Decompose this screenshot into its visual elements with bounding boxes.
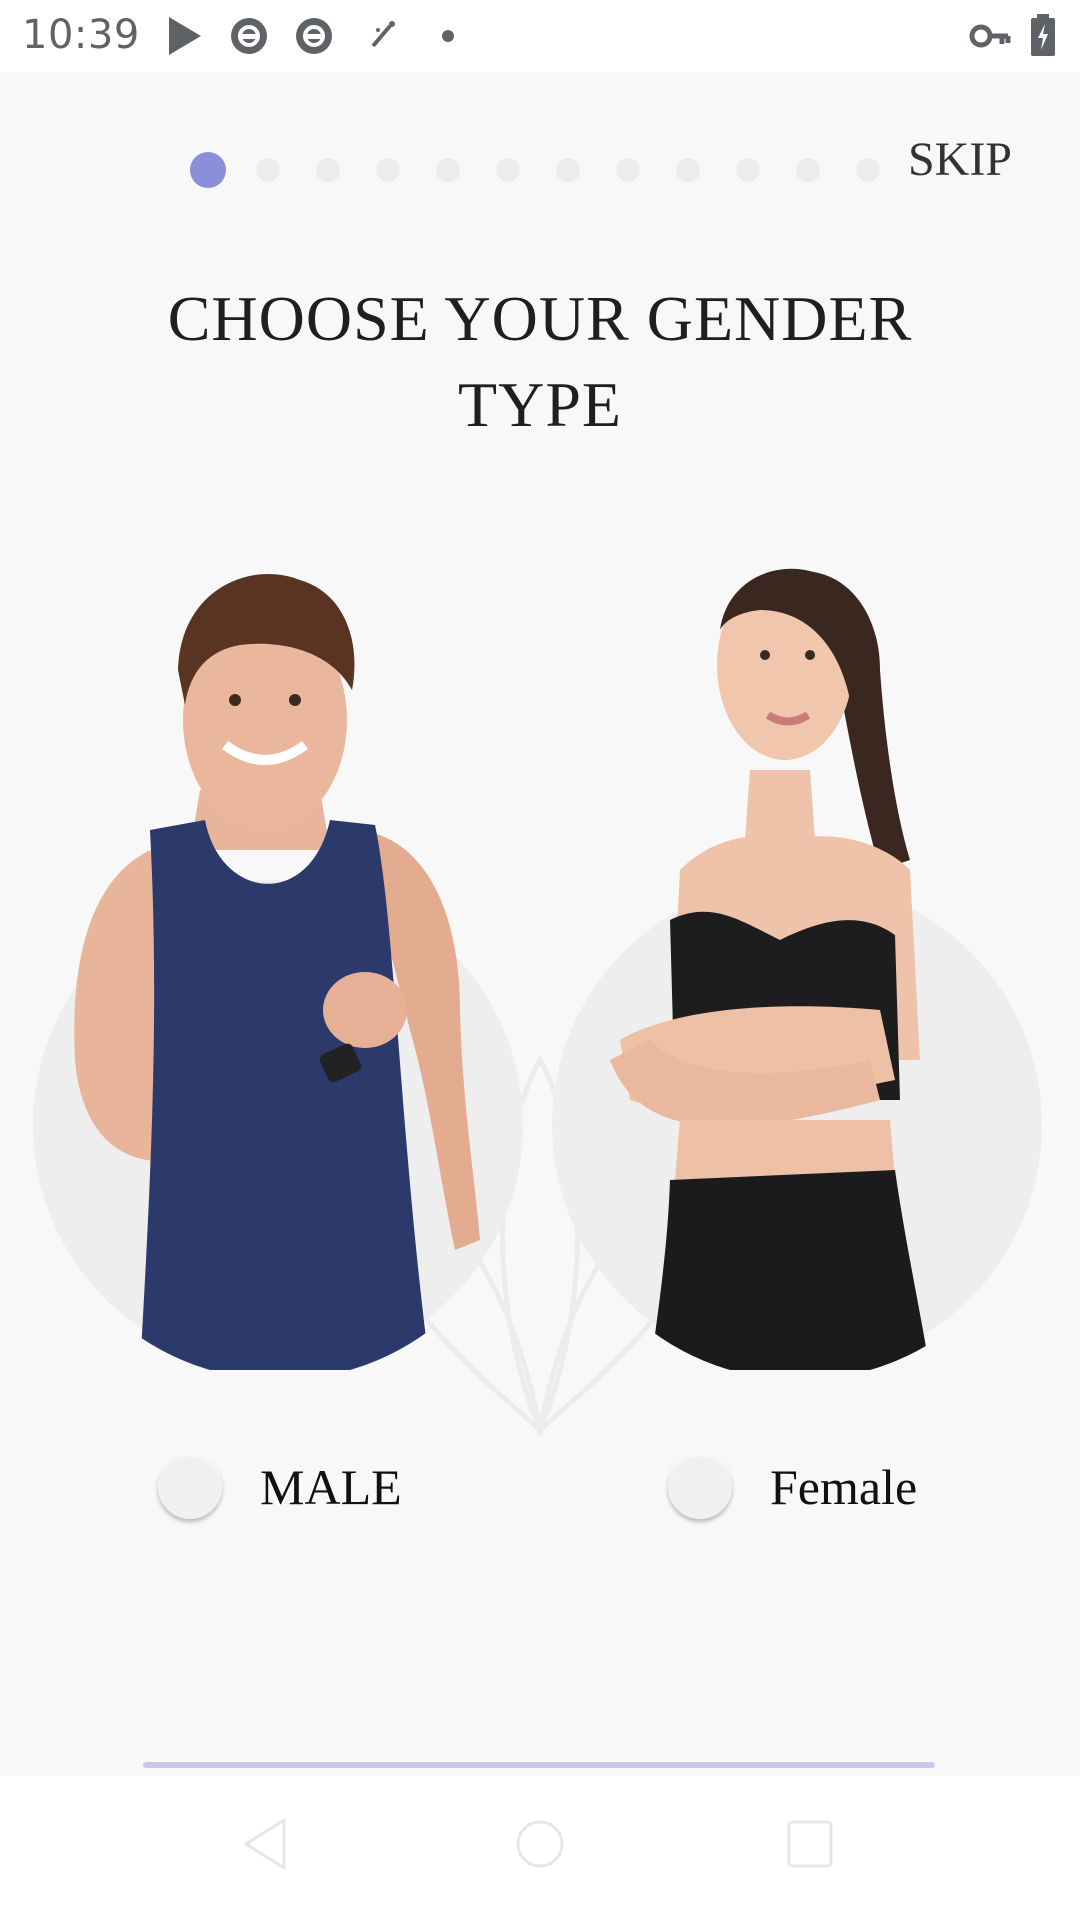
male-model-image: [33, 574, 523, 1370]
pager-dot: [436, 158, 460, 182]
female-radio[interactable]: [668, 1455, 732, 1519]
bottom-divider: [143, 1762, 935, 1768]
female-label: Female: [770, 1459, 918, 1515]
battery-charging-icon: [1030, 14, 1056, 62]
female-model-image: [552, 568, 1042, 1370]
home-icon[interactable]: [514, 1816, 566, 1876]
pager-dot-active: [190, 152, 226, 188]
pager-dot: [856, 158, 880, 182]
navigation-bar: [0, 1776, 1080, 1920]
male-option[interactable]: MALE: [158, 1452, 402, 1522]
male-radio[interactable]: [158, 1455, 222, 1519]
recents-icon[interactable]: [784, 1816, 836, 1876]
sync-icon: [293, 14, 335, 62]
vpn-key-icon: [968, 14, 1012, 62]
status-bar: 10:39: [0, 0, 1080, 72]
status-time: 10:39: [22, 12, 140, 58]
dot-icon: [440, 14, 456, 62]
pager-dot: [676, 158, 700, 182]
male-card[interactable]: [30, 540, 530, 1370]
skip-button[interactable]: SKIP: [908, 132, 1012, 187]
female-card[interactable]: [550, 540, 1050, 1370]
pager-dot: [256, 158, 280, 182]
pager-dot: [556, 158, 580, 182]
pager-dot: [316, 158, 340, 182]
sync-icon: [228, 14, 270, 62]
pager-dot: [736, 158, 760, 182]
pager-dot: [496, 158, 520, 182]
back-icon[interactable]: [240, 1816, 290, 1876]
pager-dot: [376, 158, 400, 182]
female-option[interactable]: Female: [668, 1452, 917, 1522]
page-title: CHOOSE YOUR GENDER TYPE: [167, 283, 913, 440]
male-label: MALE: [260, 1459, 402, 1515]
pager-dot: [616, 158, 640, 182]
magic-wand-icon: [368, 14, 398, 62]
pager-dot: [796, 158, 820, 182]
onboarding-pager: [190, 150, 890, 190]
play-store-icon: [165, 14, 205, 62]
